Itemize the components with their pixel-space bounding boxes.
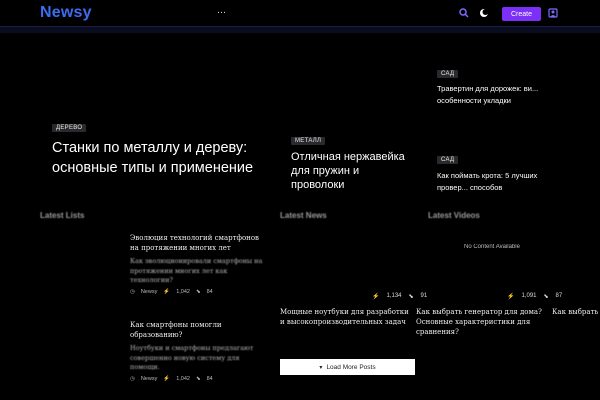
news-card-title[interactable]: Мощные ноутбуки для разработки и высокоп… [280,307,410,327]
list-item-meta: ◷ Newsy ⚡ 1,042 ⬊ 84 [130,289,265,295]
load-more-label: Load More Posts [326,363,376,371]
tag-badge[interactable]: ДЕРЕВО [52,124,87,132]
author-name[interactable]: Newsy [141,376,158,382]
news-card-title[interactable]: Как выбрать генератор для дома? Основные… [416,307,546,337]
votes-count: 84 [206,375,213,382]
views-count: 1,091 [521,293,537,299]
load-more-button[interactable]: ▾ Load More Posts [280,359,415,375]
votes-icon: ⬊ [195,288,201,295]
bolt-icon: ⚡ [507,294,515,300]
tag-badge[interactable]: МЕТАЛЛ [291,137,326,145]
no-content-message: No Content Available [464,244,520,250]
votes-icon: ⬊ [543,294,549,300]
tag-badge[interactable]: САД [437,156,459,164]
chevron-down-icon: ▾ [319,364,323,371]
theme-toggle-icon[interactable] [477,6,491,20]
list-item[interactable]: Эволюция технологий смартфонов на протяж… [130,233,265,295]
video-stats: ⚡ 1,091 ⬊ 87 [507,293,562,300]
top-navbar: Newsy … Create [0,0,600,27]
list-item-excerpt: Ноутбуки и смартфоны предлагают совершен… [130,344,254,371]
views-count: 1,042 [176,375,190,382]
bolt-icon: ⚡ [163,288,171,295]
section-title-news: Latest News [280,211,327,220]
tag-badge[interactable]: САД [437,70,459,78]
list-item-excerpt: Как эволюционировали смартфоны на протяж… [130,257,263,284]
votes-icon: ⬊ [408,294,414,300]
views-count: 1,134 [386,293,402,299]
votes-icon: ⬊ [195,375,201,382]
votes-count: 84 [206,288,213,295]
votes-count: 91 [420,293,428,299]
list-item[interactable]: Как смартфоны помогли образованию? Ноутб… [130,320,265,382]
section-title-lists: Latest Lists [40,211,85,220]
bolt-icon: ⚡ [163,375,171,382]
section-title-videos: Latest Videos [428,211,480,220]
featured-headline-side[interactable]: Травертин для дорожек: ви... особенности… [437,83,547,107]
list-item-title[interactable]: Как смартфоны помогли образованию? [130,320,265,340]
user-account-icon[interactable] [546,6,560,20]
site-logo[interactable]: Newsy [40,4,92,22]
news-stats: ⚡ 1,134 ⬊ 91 [372,293,427,300]
featured-headline-main[interactable]: Станки по металлу и дереву: основные тип… [52,138,262,178]
news-card-title[interactable]: Как выбрать ... [552,307,600,317]
search-icon[interactable] [457,6,471,20]
clock-icon: ◷ [130,288,135,295]
clock-icon: ◷ [130,375,135,382]
list-item-title[interactable]: Эволюция технологий смартфонов на протяж… [130,233,265,253]
header-shadow [0,27,600,33]
list-item-meta: ◷ Newsy ⚡ 1,042 ⬊ 84 [130,376,265,382]
author-name[interactable]: Newsy [141,289,158,295]
views-count: 1,042 [176,288,190,295]
votes-count: 87 [555,293,563,299]
featured-headline-secondary[interactable]: Отличная нержавейка для пружин и проволо… [291,150,411,192]
featured-headline-side[interactable]: Как поймать крота: 5 лучших провер... сп… [437,170,557,194]
create-button[interactable]: Create [502,7,541,21]
bolt-icon: ⚡ [372,294,380,300]
more-menu-icon[interactable]: … [217,6,226,16]
